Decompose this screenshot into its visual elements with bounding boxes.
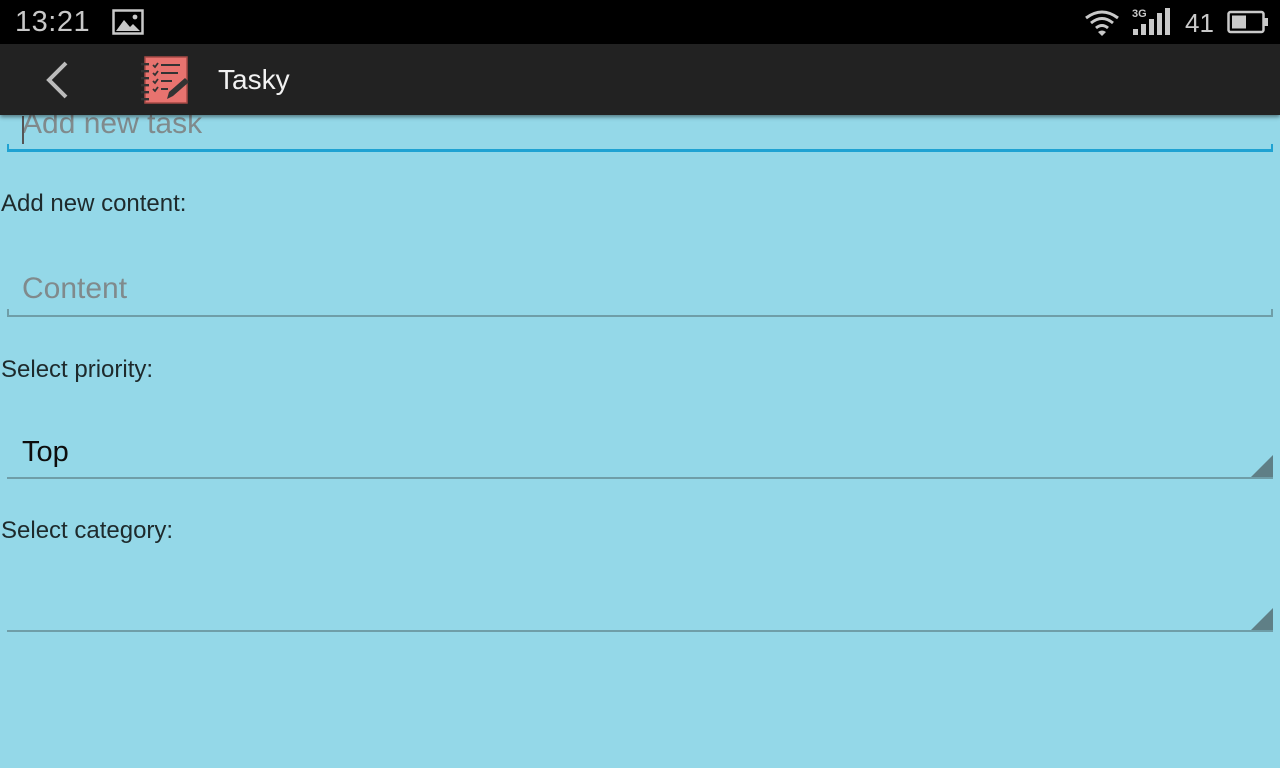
signal-icon: 3G (1132, 8, 1170, 35)
dropdown-corner-icon (1251, 608, 1273, 630)
category-label: Select category: (1, 517, 174, 544)
content-label: Add new content: (1, 190, 187, 217)
task-underline (7, 149, 1273, 152)
action-bar: Tasky (0, 44, 1280, 115)
content-input[interactable] (22, 268, 1262, 310)
content-underline-right-cap (1271, 309, 1273, 317)
task-underline-left-cap (7, 144, 9, 152)
network-type-label: 3G (1132, 8, 1147, 20)
priority-selected-value: Top (22, 436, 69, 468)
content-underline-left-cap (7, 309, 9, 317)
content-underline (7, 315, 1273, 317)
picture-icon (112, 9, 144, 35)
priority-underline (7, 477, 1273, 479)
priority-label: Select priority: (1, 356, 154, 383)
app-title: Tasky (218, 64, 290, 95)
status-time: 13:21 (15, 6, 91, 38)
battery-icon (1227, 10, 1268, 34)
wifi-icon (1085, 10, 1119, 36)
category-underline (7, 630, 1273, 632)
battery-percentage: 41 (1185, 8, 1214, 38)
status-bar: 13:21 3G 41 (0, 0, 1280, 44)
content-field (7, 266, 1273, 317)
text-cursor (22, 116, 24, 144)
back-arrow-icon[interactable] (44, 60, 72, 100)
app-logo-icon[interactable] (140, 56, 190, 104)
task-underline-right-cap (1271, 144, 1273, 152)
dropdown-corner-icon (1251, 455, 1273, 477)
category-spinner[interactable] (7, 580, 1273, 632)
priority-spinner[interactable]: Top (7, 430, 1273, 479)
